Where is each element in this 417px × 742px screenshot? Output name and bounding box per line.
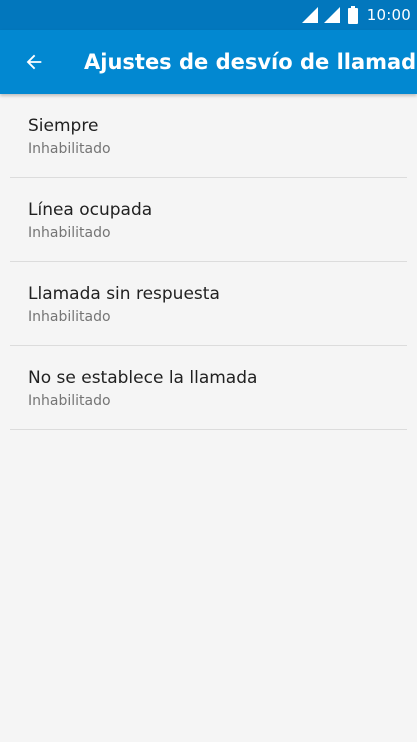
list-item-title: No se establece la llamada xyxy=(28,368,258,388)
list-item-title: Llamada sin respuesta xyxy=(28,284,220,304)
list-item-summary: Inhabilitado xyxy=(28,309,111,325)
status-bar: 10:00 xyxy=(0,0,417,30)
battery-icon xyxy=(347,6,358,24)
page-title: Ajustes de desvío de llamada xyxy=(84,50,417,74)
app-bar: Ajustes de desvío de llamada xyxy=(0,30,417,94)
list-item-no-se-establece[interactable]: No se establece la llamada Inhabilitado xyxy=(0,346,417,430)
arrow-left-icon xyxy=(26,54,42,70)
wifi-signal-icon xyxy=(301,7,318,23)
list-item-summary: Inhabilitado xyxy=(28,225,111,241)
call-forwarding-list: Siempre Inhabilitado Línea ocupada Inhab… xyxy=(0,94,417,430)
list-item-summary: Inhabilitado xyxy=(28,393,111,409)
divider xyxy=(10,429,407,430)
status-icons: 10:00 xyxy=(301,0,411,30)
list-item-title: Siempre xyxy=(28,116,99,136)
clock: 10:00 xyxy=(366,6,411,24)
list-item-linea-ocupada[interactable]: Línea ocupada Inhabilitado xyxy=(0,178,417,262)
list-item-summary: Inhabilitado xyxy=(28,141,111,157)
back-button[interactable] xyxy=(14,42,54,82)
list-item-siempre[interactable]: Siempre Inhabilitado xyxy=(0,94,417,178)
list-item-llamada-sin-respuesta[interactable]: Llamada sin respuesta Inhabilitado xyxy=(0,262,417,346)
list-item-title: Línea ocupada xyxy=(28,200,153,220)
cell-signal-icon xyxy=(323,7,340,23)
